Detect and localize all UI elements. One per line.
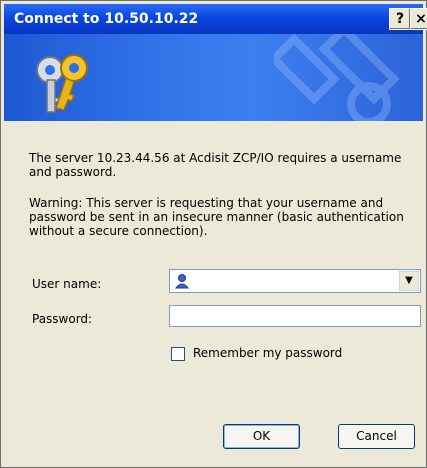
server-message: The server 10.23.44.56 at Acdisit ZCP/IO… bbox=[29, 151, 402, 179]
ok-button[interactable]: OK bbox=[223, 424, 300, 449]
dialog-body: The server 10.23.44.56 at Acdisit ZCP/IO… bbox=[4, 121, 423, 464]
username-combobox[interactable]: ▼ bbox=[169, 269, 421, 293]
dialog-banner bbox=[4, 34, 423, 121]
keys-icon bbox=[36, 54, 88, 113]
chevron-down-icon[interactable]: ▼ bbox=[399, 271, 419, 291]
close-button[interactable]: × bbox=[410, 8, 427, 30]
window-title: Connect to 10.50.10.22 bbox=[14, 11, 199, 27]
user-icon bbox=[174, 274, 190, 289]
cancel-button[interactable]: Cancel bbox=[338, 424, 415, 449]
username-label: User name: bbox=[32, 277, 102, 291]
security-warning: Warning: This server is requesting that … bbox=[29, 196, 404, 238]
remember-password-label[interactable]: Remember my password bbox=[193, 346, 342, 360]
help-button[interactable]: ? bbox=[389, 8, 411, 30]
login-dialog: Connect to 10.50.10.22 ? × The server 10… bbox=[0, 0, 427, 468]
banner-watermark-icon bbox=[274, 34, 400, 121]
title-bar[interactable]: Connect to 10.50.10.22 ? × bbox=[4, 4, 427, 34]
password-field[interactable] bbox=[169, 305, 421, 327]
password-label: Password: bbox=[32, 312, 93, 326]
remember-password-checkbox[interactable] bbox=[171, 347, 185, 361]
